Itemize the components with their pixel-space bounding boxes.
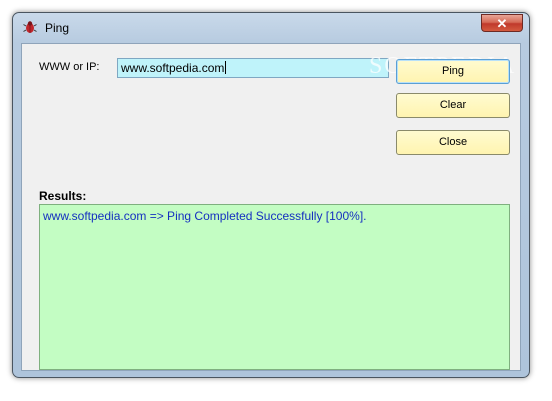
url-input[interactable]: www.softpedia.com	[117, 58, 389, 78]
results-label: Results:	[39, 189, 87, 203]
clear-button[interactable]: Clear	[396, 93, 510, 118]
www-or-ip-label: WWW or IP:	[39, 61, 100, 73]
results-box[interactable]: www.softpedia.com => Ping Completed Succ…	[39, 204, 510, 370]
close-button[interactable]: Close	[396, 130, 510, 155]
text-caret	[225, 61, 227, 74]
url-input-value: www.softpedia.com	[121, 61, 225, 75]
title-bar[interactable]: Ping ✕	[13, 13, 529, 43]
ping-window: Ping ✕ WWW or IP: www.softpedia.com SOFT…	[12, 12, 530, 378]
bug-icon	[23, 21, 37, 33]
window-title: Ping	[45, 21, 70, 35]
ping-button[interactable]: Ping	[396, 59, 510, 84]
client-area: WWW or IP: www.softpedia.com SOFTPEDIA P…	[21, 43, 521, 371]
result-line: www.softpedia.com => Ping Completed Succ…	[43, 209, 367, 223]
window-close-button[interactable]: ✕	[481, 14, 523, 32]
